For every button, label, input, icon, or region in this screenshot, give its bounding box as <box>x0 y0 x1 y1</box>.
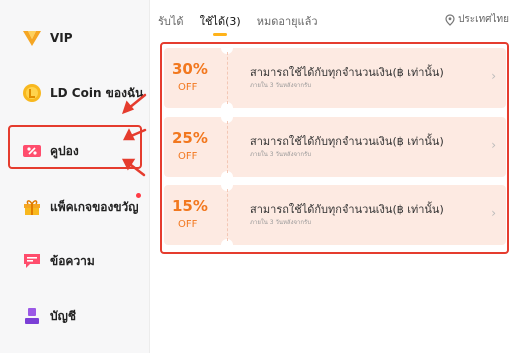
coin-icon <box>22 83 42 103</box>
coupon-card[interactable]: 15% OFF สามารถใช้ได้กับทุกจำนวนเงิน(฿ เท… <box>164 185 506 245</box>
message-icon <box>22 251 42 271</box>
ticket-divider <box>227 121 228 173</box>
sidebar-item-gift[interactable]: แพ็คเกจของขวัญ <box>22 194 139 220</box>
chevron-right-icon: › <box>491 138 496 152</box>
sidebar-item-coin[interactable]: LD Coin ของฉัน <box>22 80 143 106</box>
coupon-percent: 15% <box>172 197 208 215</box>
coupon-description: สามารถใช้ได้กับทุกจำนวนเงิน(฿ เท่านั้น) <box>250 135 444 148</box>
tab-usable[interactable]: ใช้ได้(3) <box>200 0 241 36</box>
sidebar-item-label: LD Coin ของฉัน <box>50 85 144 100</box>
country-selector[interactable]: ประเทศไทย <box>445 12 509 27</box>
gift-icon <box>22 197 42 217</box>
coupon-off-label: OFF <box>178 151 198 162</box>
chevron-right-icon: › <box>491 206 496 220</box>
tab-expired[interactable]: หมดอายุแล้ว <box>257 0 318 30</box>
sidebar-item-vip[interactable]: VIP <box>22 25 73 51</box>
sidebar-item-label: บัญชี <box>50 308 76 323</box>
country-label: ประเทศไทย <box>458 14 509 25</box>
tab-bar: รับได้ ใช้ได้(3) หมดอายุแล้ว <box>158 0 318 36</box>
coupon-percent: 25% <box>172 129 208 147</box>
coupon-card[interactable]: 30% OFF สามารถใช้ได้กับทุกจำนวนเงิน(฿ เท… <box>164 48 506 108</box>
sidebar: VIP LD Coin ของฉัน คูปอง แพ็คเกจของขวัญ … <box>0 0 150 353</box>
sidebar-item-account[interactable]: บัญชี <box>22 303 76 329</box>
coupon-off-label: OFF <box>178 219 198 230</box>
coupon-expiry: ภายใน 3 วันหลังจากรับ <box>250 219 312 226</box>
sidebar-item-label: แพ็คเกจของขวัญ <box>50 199 139 214</box>
chevron-right-icon: › <box>491 69 496 83</box>
sidebar-item-label: VIP <box>50 31 73 45</box>
tab-claimable[interactable]: รับได้ <box>158 0 184 30</box>
account-icon <box>22 306 42 326</box>
coupon-highlight-frame <box>8 125 142 169</box>
coupon-expiry: ภายใน 3 วันหลังจากรับ <box>250 151 312 158</box>
coupon-description: สามารถใช้ได้กับทุกจำนวนเงิน(฿ เท่านั้น) <box>250 66 444 79</box>
ticket-divider <box>227 189 228 241</box>
location-pin-icon <box>445 13 455 26</box>
sidebar-item-label: ข้อความ <box>50 253 95 268</box>
coupon-off-label: OFF <box>178 82 198 93</box>
coupon-expiry: ภายใน 3 วันหลังจากรับ <box>250 82 312 89</box>
coupon-description: สามารถใช้ได้กับทุกจำนวนเงิน(฿ เท่านั้น) <box>250 203 444 216</box>
vip-icon <box>22 28 42 48</box>
sidebar-item-message[interactable]: ข้อความ <box>22 248 95 274</box>
notification-dot <box>136 193 141 198</box>
coupon-card[interactable]: 25% OFF สามารถใช้ได้กับทุกจำนวนเงิน(฿ เท… <box>164 117 506 177</box>
coupon-percent: 30% <box>172 60 208 78</box>
ticket-divider <box>227 52 228 104</box>
